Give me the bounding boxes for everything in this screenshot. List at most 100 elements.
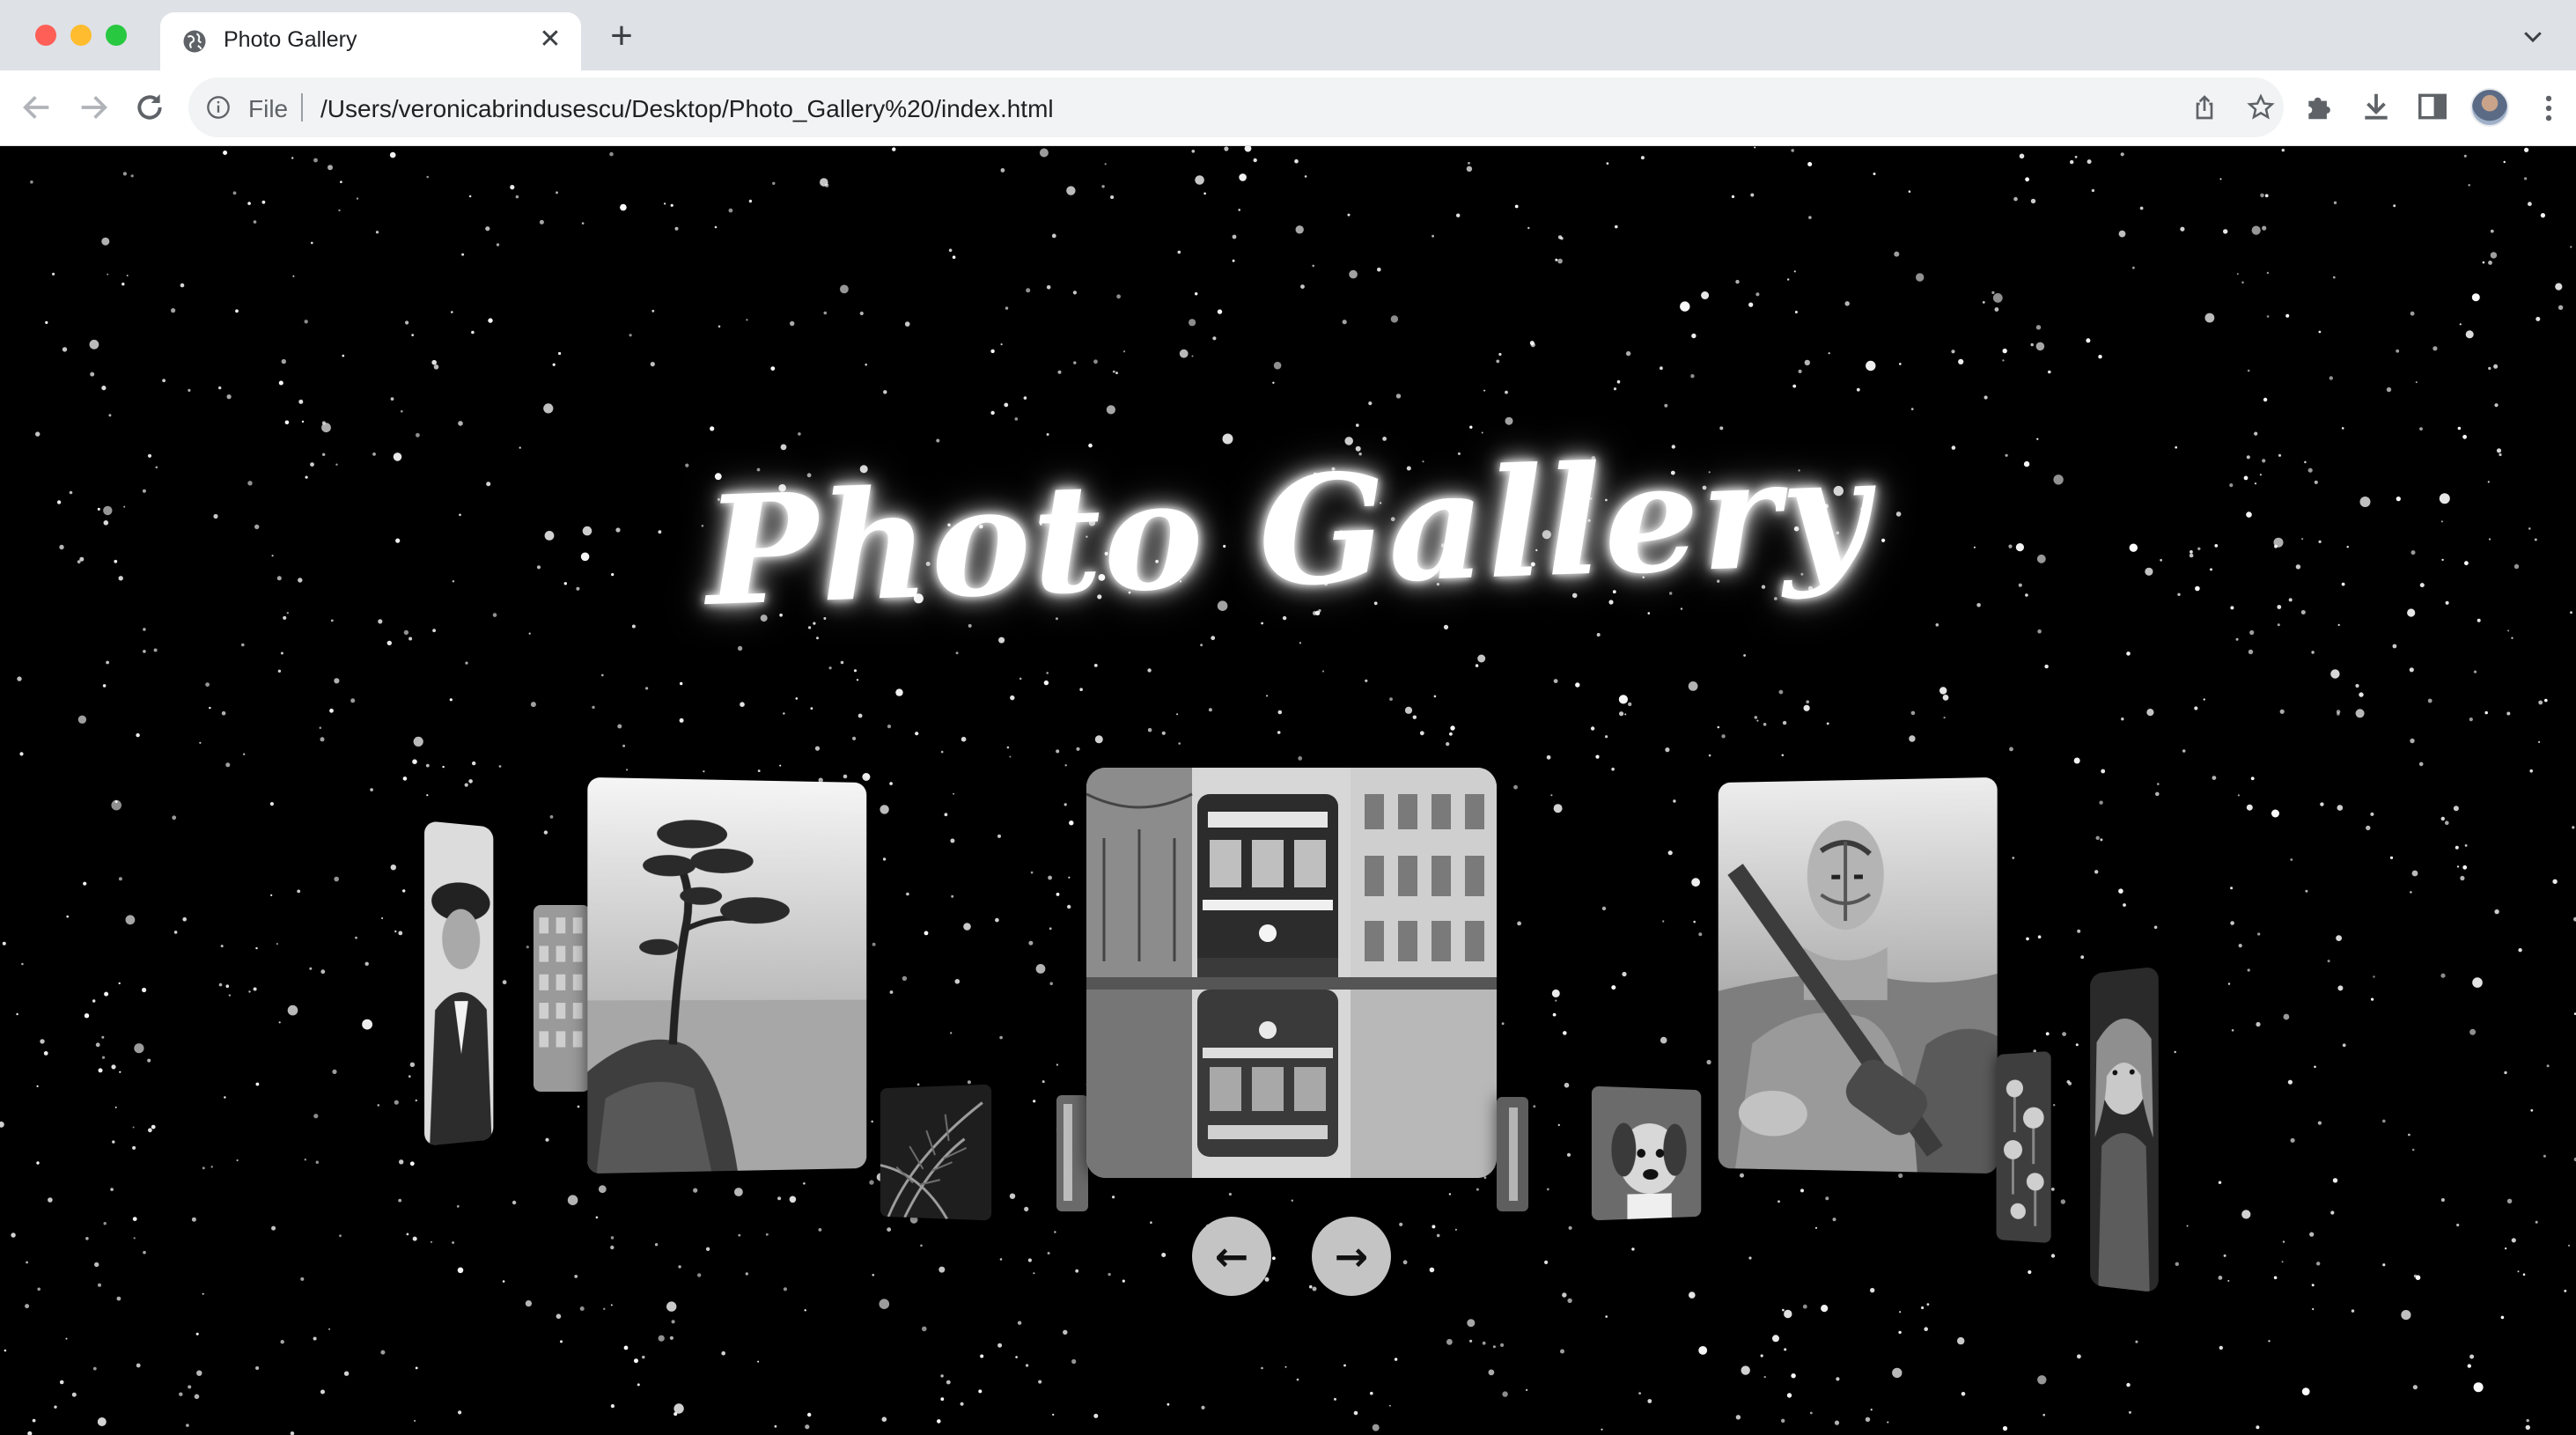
star xyxy=(2241,1210,2251,1219)
star xyxy=(1067,904,1071,909)
star xyxy=(319,726,322,729)
star xyxy=(502,1280,505,1283)
tab-list-icon[interactable] xyxy=(2520,23,2546,49)
star xyxy=(1300,284,1305,289)
bookmark-star-icon[interactable] xyxy=(2247,93,2275,121)
star xyxy=(2120,152,2124,157)
star xyxy=(777,1196,782,1201)
gallery-photo-tribal-man[interactable] xyxy=(1718,776,1998,1174)
avatar[interactable] xyxy=(2470,88,2509,127)
star xyxy=(188,1385,192,1389)
gallery-photo-flowers[interactable] xyxy=(1996,1050,2051,1244)
star xyxy=(126,275,129,276)
star xyxy=(1706,1059,1711,1065)
star xyxy=(223,151,228,155)
new-tab-button[interactable]: + xyxy=(606,17,637,55)
star xyxy=(746,319,748,321)
close-window-button[interactable] xyxy=(35,25,56,46)
star xyxy=(780,444,787,451)
extensions-icon[interactable] xyxy=(2303,90,2337,123)
star xyxy=(2440,973,2446,978)
star xyxy=(309,967,313,970)
gallery-photo-girl-portrait[interactable] xyxy=(2090,966,2159,1293)
star xyxy=(2230,921,2234,925)
star xyxy=(248,990,251,993)
gallery-photo-cypress-tree[interactable] xyxy=(587,776,867,1174)
forward-icon[interactable] xyxy=(76,90,111,125)
star xyxy=(1802,1304,1807,1309)
star xyxy=(457,1267,464,1274)
star xyxy=(2418,762,2424,767)
address-bar[interactable]: File /Users/veronicabrindusescu/Desktop/… xyxy=(188,77,2284,137)
gallery-photo-tram[interactable] xyxy=(1086,768,1497,1178)
star xyxy=(2235,637,2239,641)
star xyxy=(779,764,782,767)
zoom-window-button[interactable] xyxy=(106,25,127,46)
star xyxy=(2101,769,2106,774)
download-icon[interactable] xyxy=(2359,90,2393,123)
star xyxy=(2511,1238,2516,1243)
next-photo-button[interactable]: → xyxy=(1312,1217,1391,1296)
star xyxy=(19,752,24,756)
minimize-window-button[interactable] xyxy=(70,25,92,46)
tab-title: Photo Gallery xyxy=(224,27,357,52)
star xyxy=(783,1287,788,1292)
star xyxy=(1951,350,1955,354)
star xyxy=(2327,960,2330,963)
star xyxy=(1961,1392,1966,1396)
star xyxy=(610,1404,615,1409)
url-text[interactable]: /Users/veronicabrindusescu/Desktop/Photo… xyxy=(320,95,1054,123)
star xyxy=(132,1217,137,1221)
reload-icon[interactable] xyxy=(132,90,167,125)
star xyxy=(2570,611,2572,614)
browser-tab[interactable]: Photo Gallery ✕ xyxy=(160,12,581,70)
side-panel-icon[interactable] xyxy=(2416,90,2449,123)
star xyxy=(1038,1380,1042,1384)
star xyxy=(94,1262,99,1268)
star xyxy=(1026,1364,1029,1367)
star xyxy=(634,1358,638,1364)
star xyxy=(111,1064,116,1070)
star xyxy=(666,1301,677,1312)
star xyxy=(2505,1247,2507,1250)
gallery-photo-building[interactable] xyxy=(534,905,590,1092)
star xyxy=(1754,716,1758,719)
star xyxy=(196,1370,202,1376)
star xyxy=(2204,313,2215,323)
star xyxy=(1909,735,1916,742)
star xyxy=(1093,359,1098,364)
star xyxy=(622,744,626,747)
previous-photo-button[interactable]: ← xyxy=(1192,1217,1271,1296)
info-icon[interactable] xyxy=(206,95,231,120)
star xyxy=(770,366,776,371)
star xyxy=(2050,1254,2056,1258)
star xyxy=(2564,1289,2567,1292)
back-icon[interactable] xyxy=(19,90,55,125)
star xyxy=(389,151,396,158)
gallery-photo-edge-left[interactable] xyxy=(1056,1095,1088,1211)
close-tab-icon[interactable]: ✕ xyxy=(537,26,563,53)
star xyxy=(940,1374,944,1378)
star xyxy=(2471,293,2480,302)
star xyxy=(30,180,33,184)
more-menu-icon[interactable] xyxy=(2536,92,2562,125)
star xyxy=(334,876,340,882)
star xyxy=(409,1161,415,1166)
gallery-photo-dog[interactable] xyxy=(1591,1085,1702,1221)
gallery-photo-edge-right[interactable] xyxy=(1497,1097,1528,1211)
star xyxy=(978,1389,983,1394)
star xyxy=(2337,623,2340,627)
star xyxy=(1017,1321,1022,1325)
star xyxy=(36,1161,40,1165)
star xyxy=(77,715,87,724)
gallery-photo-man-portrait[interactable] xyxy=(424,821,494,1146)
star xyxy=(1312,1286,1317,1292)
star xyxy=(1079,688,1083,691)
star xyxy=(1048,875,1052,880)
star xyxy=(1514,204,1519,209)
star xyxy=(1803,704,1810,711)
star xyxy=(2455,845,2459,850)
gallery-photo-palm-leaves[interactable] xyxy=(880,1084,992,1221)
share-icon[interactable] xyxy=(2190,93,2219,121)
star xyxy=(1660,366,1663,371)
